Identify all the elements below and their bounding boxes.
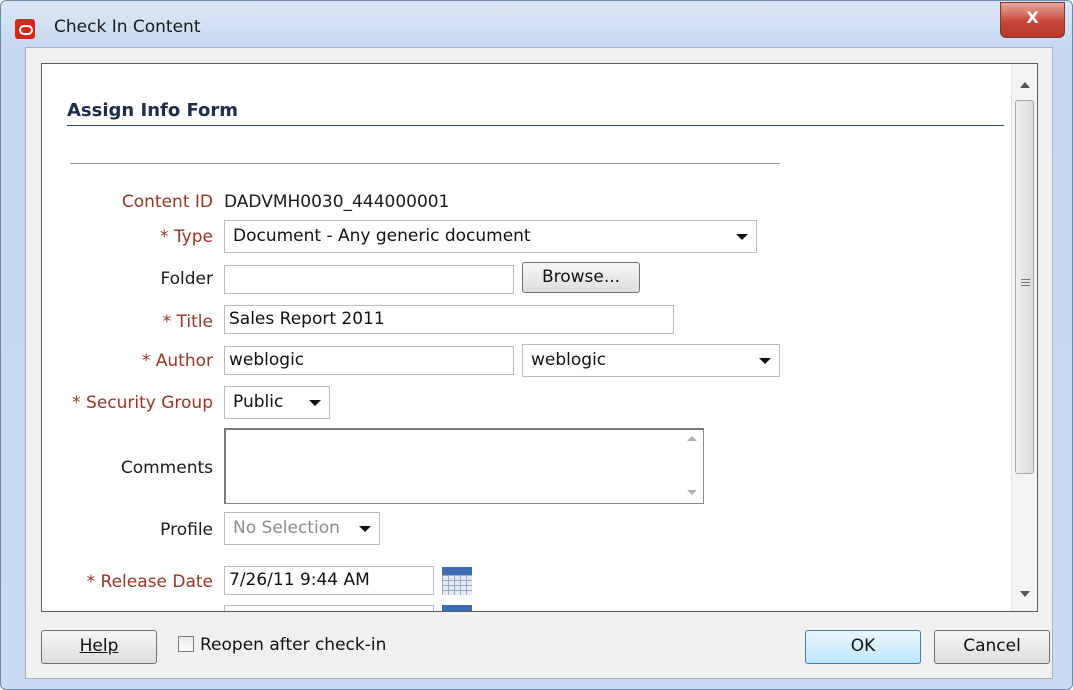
reopen-checkbox-label[interactable]: Reopen after check-in	[200, 635, 386, 655]
comments-label: Comments	[120, 458, 213, 478]
next-date-input[interactable]	[224, 605, 434, 611]
title-input[interactable]: Sales Report 2011	[224, 305, 674, 334]
assign-info-form-panel: Assign Info Form Content ID DADVMH0030_4…	[41, 63, 1038, 612]
profile-select[interactable]: No Selection	[224, 512, 380, 545]
dialog-window: Check In Content X Assign Info Form Cont…	[0, 0, 1073, 690]
release-date-label: * Release Date	[86, 572, 213, 592]
calendar-icon[interactable]	[442, 567, 472, 595]
folder-input[interactable]	[224, 265, 514, 294]
browse-button[interactable]: Browse...	[522, 262, 640, 293]
chevron-down-icon	[736, 234, 748, 240]
help-button[interactable]: Help	[41, 630, 157, 664]
author-input[interactable]: weblogic	[224, 346, 514, 375]
content-id-label: Content ID	[121, 192, 213, 212]
scrollbar-thumb[interactable]	[1015, 100, 1034, 474]
security-group-value: Public	[233, 392, 284, 412]
calendar-icon[interactable]	[442, 605, 472, 611]
reopen-checkbox[interactable]	[178, 636, 194, 652]
title-bar[interactable]: Check In Content X	[1, 1, 1072, 47]
author-select[interactable]: weblogic	[522, 344, 780, 377]
cancel-button[interactable]: Cancel	[934, 630, 1050, 664]
section-divider	[70, 163, 780, 164]
chevron-down-icon	[359, 526, 371, 532]
folder-label: Folder	[160, 269, 213, 289]
help-button-label: Help	[79, 636, 119, 656]
security-group-select[interactable]: Public	[224, 386, 330, 419]
chevron-down-icon	[759, 358, 771, 364]
window-title: Check In Content	[54, 17, 201, 37]
header-divider	[67, 125, 1004, 126]
chevron-down-icon	[309, 400, 321, 406]
security-group-label: * Security Group	[72, 393, 213, 413]
ok-button[interactable]: OK	[805, 630, 921, 664]
comments-textarea[interactable]	[224, 428, 704, 504]
form-header: Assign Info Form	[67, 100, 239, 121]
type-select[interactable]: Document - Any generic document	[224, 220, 757, 253]
release-date-input[interactable]: 7/26/11 9:44 AM	[224, 566, 434, 595]
vertical-scrollbar[interactable]	[1011, 64, 1037, 611]
close-button[interactable]: X	[1000, 2, 1065, 38]
scroll-up-icon[interactable]	[687, 436, 697, 441]
scroll-down-arrow-icon[interactable]	[1020, 591, 1030, 597]
grip-icon	[1021, 279, 1030, 288]
profile-select-value: No Selection	[233, 518, 340, 538]
type-select-value: Document - Any generic document	[233, 226, 531, 246]
oracle-logo-icon	[15, 19, 35, 39]
author-select-value: weblogic	[531, 350, 607, 370]
dialog-client-area: Assign Info Form Content ID DADVMH0030_4…	[25, 47, 1053, 679]
scroll-down-icon[interactable]	[687, 490, 697, 495]
profile-label: Profile	[160, 520, 213, 540]
type-label: * Type	[160, 227, 213, 247]
content-id-value: DADVMH0030_444000001	[224, 192, 450, 212]
title-label: * Title	[162, 312, 213, 332]
author-label: * Author	[141, 351, 213, 371]
scroll-up-arrow-icon[interactable]	[1020, 82, 1030, 88]
